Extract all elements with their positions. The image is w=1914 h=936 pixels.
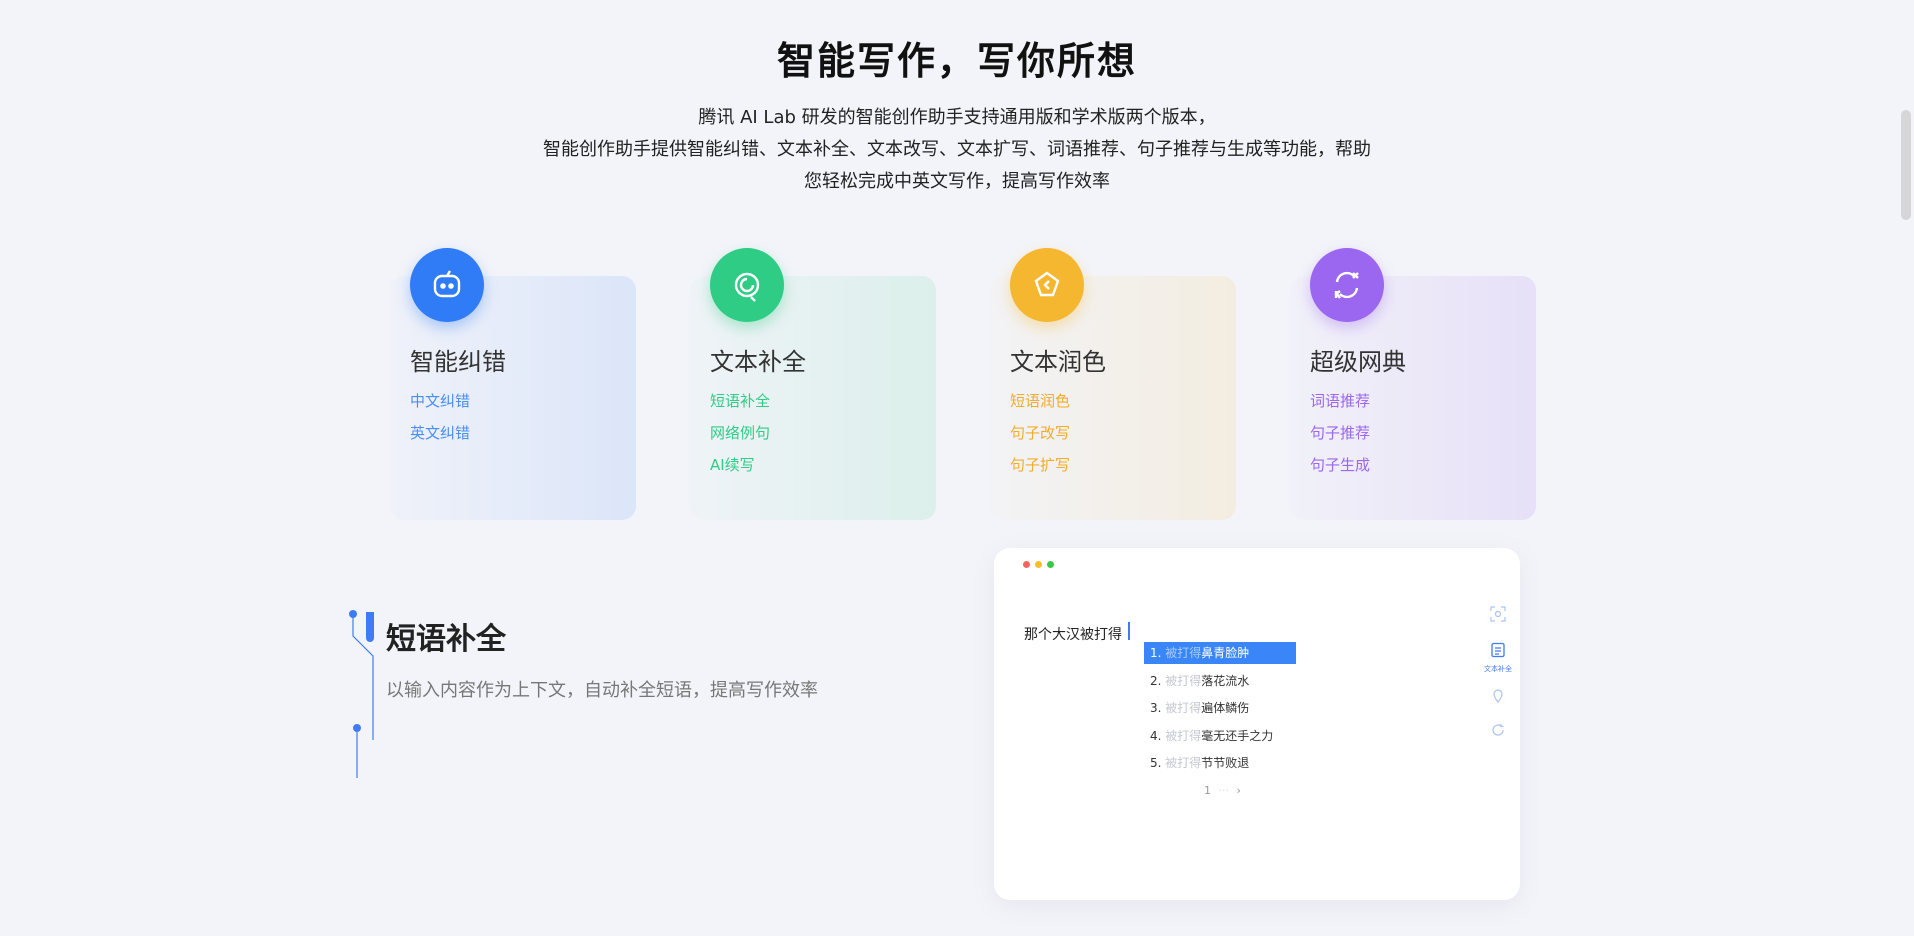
hero-description: 腾讯 AI Lab 研发的智能创作助手支持通用版和学术版两个版本， 智能创作助手… xyxy=(0,102,1914,198)
card-link-chinese-correction[interactable]: 中文纠错 xyxy=(410,390,470,411)
suggestion-number: 5. xyxy=(1150,756,1162,770)
suggestion-list: 1. 被打得鼻青脸肿 2. 被打得落花流水 3. 被打得遍体鳞伤 4. 被打得毫… xyxy=(1144,642,1296,780)
hero-desc-line-2: 智能创作助手提供智能纠错、文本补全、文本改写、文本扩写、词语推荐、句子推荐与生成… xyxy=(543,139,1371,160)
card-link-phrase-polish[interactable]: 短语润色 xyxy=(1010,390,1070,411)
card-link-sentence-generate[interactable]: 句子生成 xyxy=(1310,454,1370,475)
suggestion-prefix: 被打得 xyxy=(1165,756,1202,770)
card-title: 智能纠错 xyxy=(410,348,506,376)
hero-title: 智能写作，写你所想 xyxy=(776,39,1137,83)
window-maximize-dot xyxy=(1047,561,1054,568)
card-link-sentence-expand[interactable]: 句子扩写 xyxy=(1010,454,1070,475)
timeline-decoration xyxy=(349,610,374,778)
suggestion-text: 落花流水 xyxy=(1201,673,1250,688)
card-link-web-examples[interactable]: 网络例句 xyxy=(710,422,770,443)
suggestion-item[interactable]: 2. 被打得落花流水 xyxy=(1144,670,1296,692)
hero-desc-line-1: 腾讯 AI Lab 研发的智能创作助手支持通用版和学术版两个版本， xyxy=(698,107,1216,128)
pager-page-number[interactable]: 1 xyxy=(1204,784,1211,797)
suggestion-pager: 1 ··· › xyxy=(1204,784,1241,797)
suggestion-item[interactable]: 5. 被打得节节败退 xyxy=(1144,752,1296,774)
suggestion-prefix: 被打得 xyxy=(1165,728,1202,743)
suggestion-text: 节节败退 xyxy=(1201,756,1250,770)
refresh-icon[interactable] xyxy=(1488,720,1508,740)
card-link-phrase-completion[interactable]: 短语补全 xyxy=(710,390,770,411)
translate-cycle-icon xyxy=(1310,248,1384,322)
card-text-completion[interactable]: 文本补全 短语补全 网络例句 AI续写 xyxy=(690,248,936,520)
pin-icon[interactable] xyxy=(1488,686,1508,706)
card-smart-correction[interactable]: 智能纠错 中文纠错 英文纠错 xyxy=(390,248,636,520)
card-text-polish[interactable]: 文本润色 短语润色 句子改写 句子扩写 xyxy=(990,248,1236,520)
document-icon[interactable] xyxy=(1488,640,1508,660)
suggestion-number: 2. xyxy=(1150,673,1162,688)
side-tool-label: 文本补全 xyxy=(1484,665,1512,673)
suggestion-prefix: 被打得 xyxy=(1165,646,1202,660)
window-close-dot xyxy=(1023,561,1030,568)
window-minimize-dot xyxy=(1035,561,1042,568)
card-title: 超级网典 xyxy=(1310,348,1406,376)
suggestion-item[interactable]: 1. 被打得鼻青脸肿 xyxy=(1144,642,1296,664)
feature-description: 以输入内容作为上下文，自动补全短语，提高写作效率 xyxy=(386,680,818,701)
hero-desc-line-3: 您轻松完成中英文写作，提高写作效率 xyxy=(804,171,1110,192)
feature-accent-bar xyxy=(366,612,374,642)
card-link-sentence-recommend[interactable]: 句子推荐 xyxy=(1310,422,1370,443)
scrollbar-thumb[interactable] xyxy=(1901,110,1911,220)
card-title: 文本补全 xyxy=(710,348,806,376)
page: 智能写作，写你所想 腾讯 AI Lab 研发的智能创作助手支持通用版和学术版两个… xyxy=(0,0,1914,936)
suggestion-item[interactable]: 3. 被打得遍体鳞伤 xyxy=(1144,697,1296,719)
suggestion-text: 遍体鳞伤 xyxy=(1201,701,1250,715)
card-link-ai-continue[interactable]: AI续写 xyxy=(710,454,755,475)
text-cursor xyxy=(1128,622,1130,640)
suggestion-item[interactable]: 4. 被打得毫无还手之力 xyxy=(1144,725,1296,747)
suggestion-text: 鼻青脸肿 xyxy=(1201,646,1250,660)
suggestion-prefix: 被打得 xyxy=(1165,701,1202,715)
card-link-word-recommend[interactable]: 词语推荐 xyxy=(1310,390,1370,411)
suggestion-prefix: 被打得 xyxy=(1165,673,1202,688)
card-title: 文本润色 xyxy=(1010,348,1106,376)
suggestion-number: 1. xyxy=(1150,646,1162,660)
suggestion-text: 毫无还手之力 xyxy=(1201,728,1274,743)
suggestion-number: 3. xyxy=(1150,701,1162,715)
editor-preview-window: 那个大汉被打得 1. 被打得鼻青脸肿 2. 被打得落花流水 3. 被打得遍体鳞伤… xyxy=(994,548,1520,900)
pager-next-button[interactable]: › xyxy=(1237,784,1241,797)
editor-text[interactable]: 那个大汉被打得 xyxy=(1024,624,1122,644)
card-link-sentence-rewrite[interactable]: 句子改写 xyxy=(1010,422,1070,443)
suggestion-number: 4. xyxy=(1150,728,1162,743)
refresh-circle-icon xyxy=(710,248,784,322)
scan-icon[interactable] xyxy=(1488,604,1508,624)
robot-face-icon xyxy=(410,248,484,322)
pager-separator: ··· xyxy=(1218,784,1230,797)
page-scrollbar[interactable] xyxy=(1900,0,1914,936)
card-super-dictionary[interactable]: 超级网典 词语推荐 句子推荐 句子生成 xyxy=(1290,248,1536,520)
diamond-icon xyxy=(1010,248,1084,322)
feature-title: 短语补全 xyxy=(386,622,506,657)
card-link-english-correction[interactable]: 英文纠错 xyxy=(410,422,470,443)
